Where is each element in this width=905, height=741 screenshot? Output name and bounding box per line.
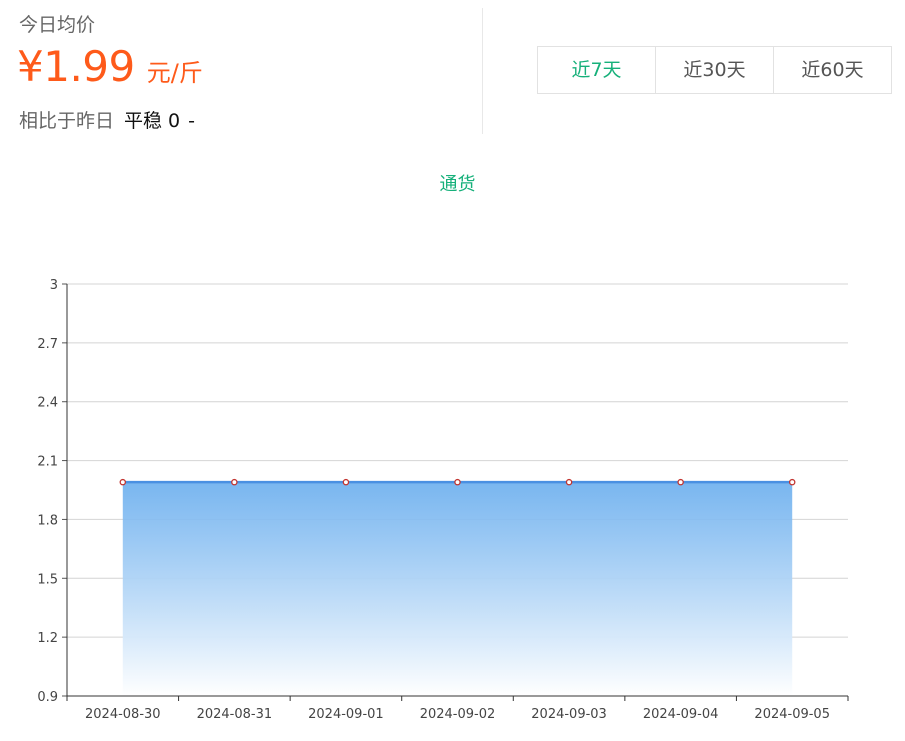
- x-tick-label: 2024-09-02: [420, 707, 496, 722]
- data-point: [788, 478, 796, 486]
- data-point: [342, 478, 350, 486]
- y-tick-label: 2.1: [37, 455, 58, 470]
- price-area-chart: 0.9 1.2 1.5 1.8 2.1 2.4 2.7 3 2024-08-30 2024-08-…: [37, 278, 849, 722]
- y-tick-label: 0.9: [37, 690, 58, 705]
- y-tick-label: 2.7: [37, 337, 58, 352]
- data-point: [677, 478, 684, 486]
- y-tick-label: 2.4: [37, 396, 58, 411]
- y-tick-label: 3: [50, 278, 58, 293]
- data-point: [231, 478, 238, 486]
- x-tick-label: 2024-08-31: [197, 707, 273, 722]
- x-tick-label: 2024-09-05: [754, 707, 830, 722]
- x-tick-label: 2024-09-01: [308, 707, 384, 722]
- data-point: [454, 478, 461, 486]
- x-tick-label: 2024-08-30: [85, 707, 161, 722]
- y-tick-label: 1.8: [37, 513, 58, 528]
- x-tick-label: 2024-09-03: [531, 707, 607, 722]
- y-tick-label: 1.5: [37, 572, 58, 587]
- data-point: [119, 478, 127, 486]
- data-point: [565, 478, 573, 486]
- x-tick-label: 2024-09-04: [643, 707, 719, 722]
- y-tick-label: 1.2: [37, 631, 58, 646]
- series-area: [122, 482, 793, 696]
